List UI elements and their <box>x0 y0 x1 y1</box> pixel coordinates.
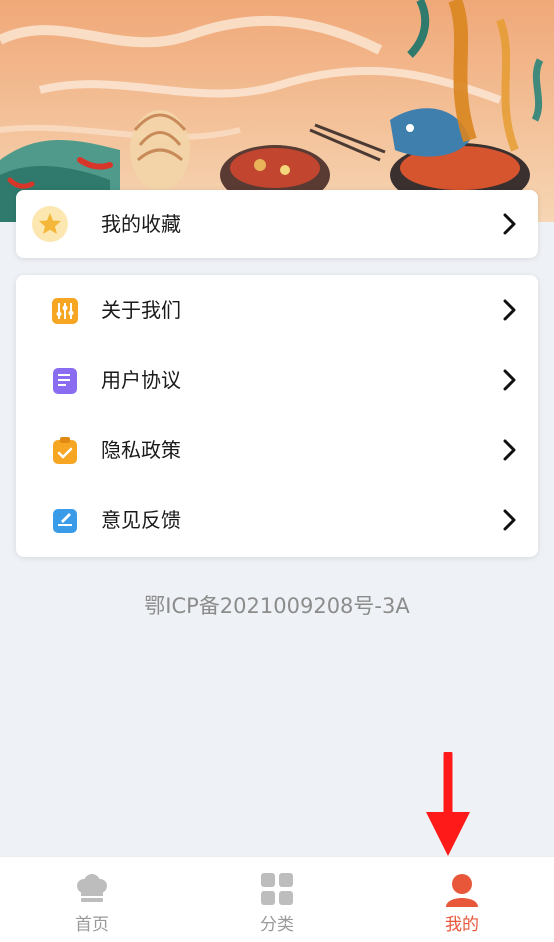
chevron-right-icon <box>503 299 516 321</box>
favorites-label: 我的收藏 <box>101 212 181 236</box>
chevron-right-icon <box>503 509 516 531</box>
chevron-right-icon <box>503 369 516 391</box>
menu-item-label: 意见反馈 <box>101 508 181 532</box>
chevron-right-icon <box>503 439 516 461</box>
tab-mine[interactable]: 我的 <box>370 857 554 942</box>
tab-label: 首页 <box>75 915 109 935</box>
header-banner-image <box>0 0 554 222</box>
tab-home[interactable]: 首页 <box>0 857 184 942</box>
red-arrow-annotation <box>426 752 470 856</box>
star-badge <box>32 206 68 242</box>
menu-item-user-agreement[interactable]: 用户协议 <box>16 345 538 415</box>
bottom-tab-bar: 首页 分类 我的 <box>0 856 554 942</box>
document-icon <box>53 368 77 394</box>
user-icon <box>446 874 478 907</box>
sliders-icon <box>52 298 78 324</box>
feedback-edit-icon <box>53 509 77 533</box>
favorites-card[interactable]: 我的收藏 <box>16 190 538 258</box>
grid-icon <box>261 873 293 905</box>
icp-license-text: 鄂ICP备2021009208号-3A <box>144 594 410 618</box>
settings-menu-card: 关于我们 用户协议 隐私政策 意见反馈 <box>16 275 538 557</box>
menu-item-about-us[interactable]: 关于我们 <box>16 275 538 345</box>
menu-item-privacy-policy[interactable]: 隐私政策 <box>16 415 538 485</box>
clipboard-check-icon <box>53 437 77 464</box>
chevron-right-icon <box>503 213 516 235</box>
tab-label: 我的 <box>445 915 479 935</box>
tab-category[interactable]: 分类 <box>185 857 369 942</box>
menu-item-label: 关于我们 <box>101 298 181 322</box>
chef-hat-icon <box>77 874 107 902</box>
menu-item-feedback[interactable]: 意见反馈 <box>16 485 538 555</box>
star-icon <box>39 213 61 234</box>
menu-item-label: 隐私政策 <box>101 438 181 462</box>
tab-label: 分类 <box>260 915 294 935</box>
menu-item-label: 用户协议 <box>101 368 181 392</box>
